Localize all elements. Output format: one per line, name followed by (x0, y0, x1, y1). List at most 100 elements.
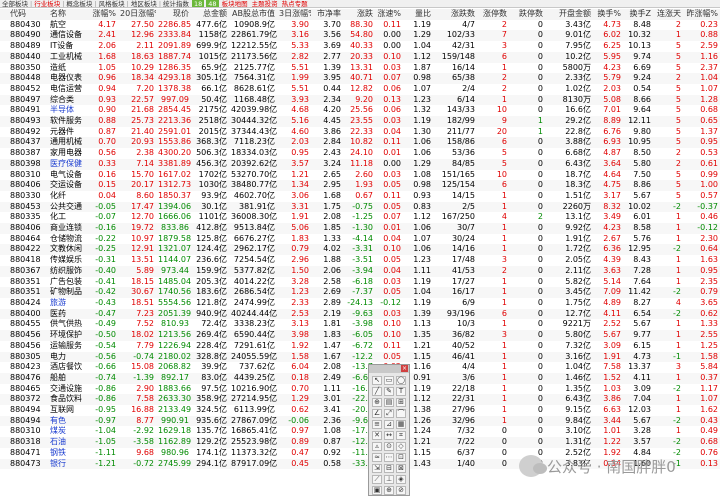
drawing-tool-icon[interactable]: ▵ (372, 442, 382, 451)
drawing-tool-icon[interactable]: ≡ (372, 420, 382, 429)
col-header[interactable]: 跌停数 (509, 9, 545, 20)
drawing-tool-icon[interactable]: ◯ (396, 376, 406, 385)
tab-7[interactable]: 48 (206, 0, 219, 7)
tab-5[interactable]: 统计指数 (161, 0, 191, 7)
col-header[interactable]: 换手% (593, 9, 623, 20)
table-row[interactable]: 880455 供气供热 -0.49 7.52 810.93 72.4亿 3338.23亿 3.… (0, 319, 720, 330)
col-header[interactable]: 开盘金额 (545, 9, 593, 20)
tab-8[interactable]: 板块地图 (220, 0, 250, 7)
table-row[interactable]: 880350 造纸 1.05 10.29 1286.35 65.9亿 2125.77亿 5.5… (0, 63, 720, 74)
drawing-tool-icon[interactable]: ◇ (396, 442, 406, 451)
table-row[interactable]: 880440 工业机械 1.68 18.63 1887.74 1015亿 21173.56亿… (0, 51, 720, 63)
table-row[interactable]: 880465 交通设施 -0.86 2.90 1883.66 97.5亿 10216.90亿… (0, 384, 720, 395)
drawing-tool-icon[interactable]: ▣ (372, 486, 382, 495)
table-row[interactable]: 880491 半导体 0.90 21.68 2854.45 2175亿 42039.98亿 4… (0, 105, 720, 116)
tab-10[interactable]: 热点专题 (280, 0, 310, 7)
table-row[interactable]: 880489 IT设备 2.06 2.11 2091.89 699.9亿 12212.55亿… (0, 41, 720, 52)
tab-4[interactable]: 地区板块 (129, 0, 159, 7)
table-row[interactable]: 880305 电力 -0.56 -0.74 2180.02 328.8亿 24055.59亿… (0, 351, 720, 363)
drawing-tool-icon[interactable]: ⊘ (396, 486, 406, 495)
col-header[interactable]: 20日涨幅% (118, 9, 156, 20)
table-row[interactable]: 880406 交运设备 0.15 20.17 1312.73 1030亿 38480.77亿… (0, 180, 720, 191)
drawing-tool-icon[interactable]: ≈ (372, 453, 382, 462)
drawing-tool-icon[interactable]: ↖ (372, 376, 382, 385)
table-row[interactable]: 880398 医疗保健 0.33 7.14 3381.89 456.3亿 20392.62亿… (0, 158, 720, 170)
table-row[interactable]: 880490 通信设备 2.41 12.96 2333.84 1158亿 22861.79亿… (0, 30, 720, 42)
drawing-tool-icon[interactable]: ╱ (372, 387, 382, 396)
drawing-tool-icon[interactable]: ⊡ (396, 453, 406, 462)
table-row[interactable]: 880476 船舶 -0.74 -1.39 892.17 83.0亿 4439.25亿 0.1… (0, 372, 720, 384)
close-icon[interactable]: × (401, 365, 408, 372)
table-row[interactable]: 880422 文教休闲 -0.25 12.91 1321.07 124.4亿 2962.17… (0, 244, 720, 256)
table-row[interactable]: 880351 矿物制品 -0.42 30.67 1740.56 183.6亿 2686.54… (0, 287, 720, 298)
drawing-tool-icon[interactable]: ⊕ (372, 398, 382, 407)
drawing-tool-icon[interactable]: ▦ (396, 420, 406, 429)
table-row[interactable]: 880448 电器仪表 0.96 18.34 4293.18 305.1亿 7564.31亿… (0, 73, 720, 84)
drawing-tool-icon[interactable]: ⌒ (396, 409, 406, 418)
table-row[interactable]: 880424 旅游 -0.43 18.51 5554.56 121.8亿 2474.99亿 2… (0, 298, 720, 309)
drawing-tool-icon[interactable]: ∠ (372, 409, 382, 418)
col-header[interactable]: 换手Z (623, 9, 653, 20)
drawing-tool-icon[interactable]: ⋯ (384, 453, 394, 462)
drawing-tool-icon[interactable]: ⇲ (372, 464, 382, 473)
table-row[interactable]: 880456 环境保护 -0.50 18.02 1213.56 269.4亿 6590.44… (0, 330, 720, 341)
col-header[interactable]: 名称 (48, 9, 90, 20)
table-row[interactable]: 880464 仓储物流 -0.22 10.97 1879.58 125.8亿 6676.27… (0, 234, 720, 245)
tab-6[interactable]: 18 (192, 0, 205, 7)
drawing-tool-icon[interactable]: ◈ (396, 475, 406, 484)
table-row[interactable]: 880318 石油 -1.05 -3.58 1162.89 129.2亿 25523.98亿… (0, 437, 720, 448)
col-header[interactable]: 3日涨幅% (277, 9, 311, 20)
col-header[interactable]: 涨跌 (343, 9, 375, 20)
table-row[interactable]: 880330 化纤 0.04 8.60 1850.37 93.9亿 4602.70亿 3.06… (0, 191, 720, 202)
tab-2[interactable]: 概念板块 (64, 0, 94, 7)
table-row[interactable]: 880351 广告包装 -0.41 18.15 1485.04 205.3亿 4014.22… (0, 277, 720, 288)
drawing-tool-icon[interactable]: ⊠ (396, 464, 406, 473)
drawing-tool-icon[interactable]: ▭ (384, 376, 394, 385)
col-header[interactable]: 现价 (156, 9, 191, 20)
col-header[interactable]: 涨幅% (90, 9, 118, 20)
tab-1[interactable]: 行业板块 (32, 0, 62, 7)
table-row[interactable]: 880372 食品饮料 -0.86 7.58 2633.30 358.9亿 27214.95… (0, 394, 720, 406)
table-row[interactable]: 880494 互联网 -0.95 16.88 2133.49 324.5亿 6113.99亿… (0, 405, 720, 416)
drawing-tool-icon[interactable]: ⊥ (384, 475, 394, 484)
table-row[interactable]: 880367 纺织服饰 -0.40 5.89 973.44 159.9亿 5377.82亿 1… (0, 265, 720, 277)
table-row[interactable]: 880497 综合类 0.93 22.57 997.09 50.4亿 1168.48亿 3.9… (0, 94, 720, 106)
drawing-tool-icon[interactable]: ⊕ (384, 486, 394, 495)
drawing-tool-icon[interactable]: ▤ (384, 398, 394, 407)
drawing-tool-palette[interactable]: × ↖▭◯╱✎T⊕▤⊞∠⤢⌒≡⊿▦✕↔⌗▵⊙◇≈⋯⊡⇲⊟⊠⟋⊥◈▣⊕⊘⊗▥◫ (368, 364, 410, 496)
drawing-tool-icon[interactable]: ⊙ (384, 442, 394, 451)
drawing-tool-icon[interactable]: ↔ (384, 431, 394, 440)
table-row[interactable]: 880406 商业连锁 -0.16 19.72 833.86 412.8亿 9513.84亿… (0, 223, 720, 234)
table-row[interactable]: 880430 航空 4.17 27.50 2286.85 477.6亿 10908.9亿 3.… (0, 20, 720, 31)
col-header[interactable]: 连涨天 (653, 9, 683, 20)
table-row[interactable]: 880418 传媒娱乐 -0.31 13.51 1144.07 236.6亿 7254.54… (0, 255, 720, 266)
table-row[interactable]: 880387 家用电器 0.56 2.38 4300.20 506.3亿 18334.03亿… (0, 148, 720, 159)
col-header[interactable]: 量比 (403, 9, 433, 20)
palette-titlebar[interactable]: × (369, 365, 409, 373)
drawing-tool-icon[interactable]: ⊿ (384, 420, 394, 429)
col-header[interactable]: 总金额 (191, 9, 229, 20)
tab-0[interactable]: 全部板块 (0, 0, 30, 7)
table-row[interactable]: 880423 酒店餐饮 -0.66 15.08 2068.82 39.9亿 737.62亿 6… (0, 362, 720, 373)
col-header[interactable]: 市净率 (311, 9, 343, 20)
drawing-tool-icon[interactable]: ⤢ (384, 409, 394, 418)
table-row[interactable]: 880335 化工 -0.07 12.70 1666.06 1101亿 36008.30亿 1… (0, 212, 720, 223)
table-row[interactable]: 880492 元器件 0.87 21.40 2591.01 2015亿 37344.43亿 4… (0, 127, 720, 138)
drawing-tool-icon[interactable]: ⌗ (396, 431, 406, 440)
col-header[interactable]: 涨跌数 (433, 9, 477, 20)
table-row[interactable]: 880493 软件服务 0.88 25.73 2213.36 2518亿 30444.32亿… (0, 116, 720, 127)
drawing-tool-icon[interactable]: ⊞ (396, 398, 406, 407)
table-row[interactable]: 880437 通用机械 0.70 20.93 1553.86 368.3亿 7118.23亿… (0, 137, 720, 149)
table-row[interactable]: 880453 公共交通 -0.05 17.47 1394.06 30.1亿 381.91亿 3… (0, 201, 720, 213)
col-header[interactable]: 涨停数 (477, 9, 509, 20)
table-row[interactable]: 880452 电信运营 0.94 7.20 1378.38 66.1亿 8628.61亿 5.… (0, 84, 720, 95)
col-header[interactable]: AB股总市值 (229, 9, 277, 20)
drawing-tool-icon[interactable]: T (396, 387, 406, 396)
drawing-tool-icon[interactable]: ⟋ (372, 475, 382, 484)
table-row[interactable]: 880400 医药 -0.47 7.23 2051.39 940.9亿 40244.44亿 2… (0, 308, 720, 320)
drawing-tool-icon[interactable]: ✎ (384, 387, 394, 396)
col-header[interactable]: 昨涨幅% (683, 9, 720, 20)
table-row[interactable]: 880310 电气设备 0.16 15.70 1617.02 1702亿 53270.70亿… (0, 170, 720, 181)
table-row[interactable]: 880456 运输服务 -0.54 7.79 1226.94 228.4亿 7291.61亿… (0, 341, 720, 352)
table-row[interactable]: 880494 有色 -0.97 8.77 990.91 935.6亿 27867.09亿 -0… (0, 415, 720, 427)
